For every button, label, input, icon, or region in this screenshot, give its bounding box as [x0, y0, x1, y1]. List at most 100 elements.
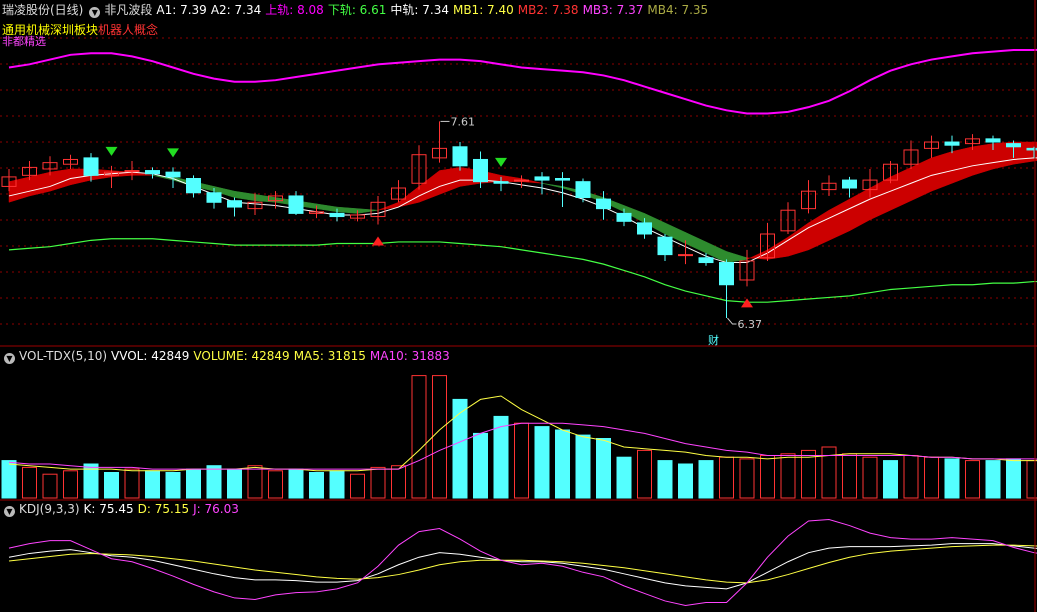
volume-bar [350, 473, 365, 499]
candle-body [944, 141, 960, 146]
volume-panel-header: ▼ VOL-TDX(5,10) VVOL: 42849 VOLUME: 42849 MA… [2, 349, 458, 364]
volume-bar [391, 465, 406, 499]
candle-body [678, 254, 693, 257]
candle-body [83, 157, 99, 176]
concept-tag-2: 机器人概念 [98, 23, 159, 37]
ribbon-segment [890, 167, 912, 211]
ribbon-segment [685, 232, 707, 254]
settings-icon[interactable]: ▼ [4, 506, 15, 517]
volume-bar [944, 458, 960, 499]
annotation-pointer [727, 317, 737, 325]
volume-indicator-name[interactable]: VOL-TDX(5,10) [19, 349, 107, 363]
volume-bar [965, 460, 980, 499]
vol-value-1: VOLUME: 42849 [193, 349, 290, 363]
candle-body [165, 171, 181, 178]
kdj-panel-header: ▼ KDJ(9,3,3) K: 75.45 D: 75.15 J: 76.03 [2, 502, 247, 517]
candle-body [555, 178, 570, 181]
candle-body [493, 181, 509, 184]
volume-bar [165, 472, 181, 499]
candle-body [842, 179, 857, 189]
volume-bar [309, 472, 324, 499]
candle-body [596, 198, 611, 210]
candle-body [206, 192, 222, 203]
candle-body [657, 236, 673, 256]
buy-signal-marker [741, 298, 753, 308]
concept-tag-1: 深圳板块 [50, 23, 99, 37]
volume-bar [739, 458, 755, 499]
settings-icon[interactable]: ▼ [89, 7, 101, 18]
volume-bar [555, 429, 570, 499]
kdj-indicator-name[interactable]: KDJ(9,3,3) [19, 502, 80, 516]
volume-bar [104, 472, 119, 499]
indicator-name[interactable]: 非凡波段 [104, 3, 152, 17]
volume-bar [719, 456, 734, 499]
note-tag: 非都精选 [2, 33, 46, 49]
candle-body [288, 195, 304, 214]
kdj-panel [8, 519, 1037, 606]
volume-bar [924, 456, 939, 499]
price-annotation: 7.61 [451, 115, 476, 128]
volume-bar [473, 432, 488, 499]
volume-bar [862, 456, 878, 499]
main-value-7: MB3: 7.37 [582, 3, 644, 17]
volume-bar [678, 463, 693, 499]
vol-value-2: MA5: 31815 [293, 349, 366, 363]
main-value-3: 下轨: 6.61 [327, 3, 387, 17]
candle-body [637, 222, 652, 235]
ribbon-segment [398, 185, 420, 208]
stock-title: 瑞凌股份(日线) [2, 3, 84, 17]
candle-body [698, 257, 714, 264]
candle-body [186, 178, 201, 194]
ribbon-segment [808, 209, 830, 251]
volume-bar [288, 468, 304, 499]
volume-bar [432, 375, 447, 499]
volume-bar [903, 455, 919, 499]
volume-bar [985, 460, 1001, 499]
price-annotation: 6.37 [738, 318, 763, 331]
volume-ma5-line [8, 395, 1037, 472]
volume-bar [268, 470, 283, 499]
volume-bar [596, 438, 611, 499]
vol-value-3: MA10: 31883 [369, 349, 450, 363]
settings-icon[interactable]: ▼ [4, 353, 15, 364]
volume-panel [1, 375, 1037, 499]
kdj-value-1: D: 75.15 [137, 502, 190, 516]
volume-bar [63, 470, 78, 499]
candle-body [719, 262, 734, 286]
sell-signal-marker [495, 157, 507, 167]
ribbon-segment [336, 206, 358, 214]
kdj-value-0: K: 75.45 [83, 502, 134, 516]
candle-body [534, 176, 550, 181]
vol-value-0: VVOL: 42849 [111, 349, 190, 363]
ribbon-segment [972, 143, 994, 176]
volume-bar [1006, 458, 1021, 499]
ribbon-segment [828, 198, 850, 241]
volume-bar [42, 473, 58, 499]
buy-signal-marker [372, 236, 384, 246]
volume-bar [780, 453, 796, 499]
ribbon-segment [787, 222, 809, 257]
candle-body [329, 212, 345, 218]
lower-band-line [8, 238, 1037, 303]
price-panel: 7.61 6.37 财 [0, 37, 1037, 347]
volume-bar [698, 460, 714, 499]
volume-bar [145, 470, 160, 499]
main-value-5: MB1: 7.40 [452, 3, 514, 17]
volume-bar [575, 434, 591, 499]
volume-bar [514, 422, 529, 499]
volume-bar [186, 468, 201, 499]
volume-bar [842, 453, 857, 499]
volume-ma10-line [8, 422, 1037, 470]
volume-bar [657, 460, 673, 499]
upper-band-line [8, 48, 1037, 115]
volume-bar [227, 468, 242, 499]
note-label: 非都精选 [2, 35, 46, 48]
ribbon-segment [357, 208, 379, 214]
candle-body [473, 158, 488, 183]
kdj-value-2: J: 76.03 [193, 502, 239, 516]
volume-bar [124, 468, 140, 499]
candle-body [575, 181, 591, 199]
candle-body [616, 212, 632, 222]
candle-body [514, 179, 529, 182]
ribbon-segment [951, 146, 973, 184]
